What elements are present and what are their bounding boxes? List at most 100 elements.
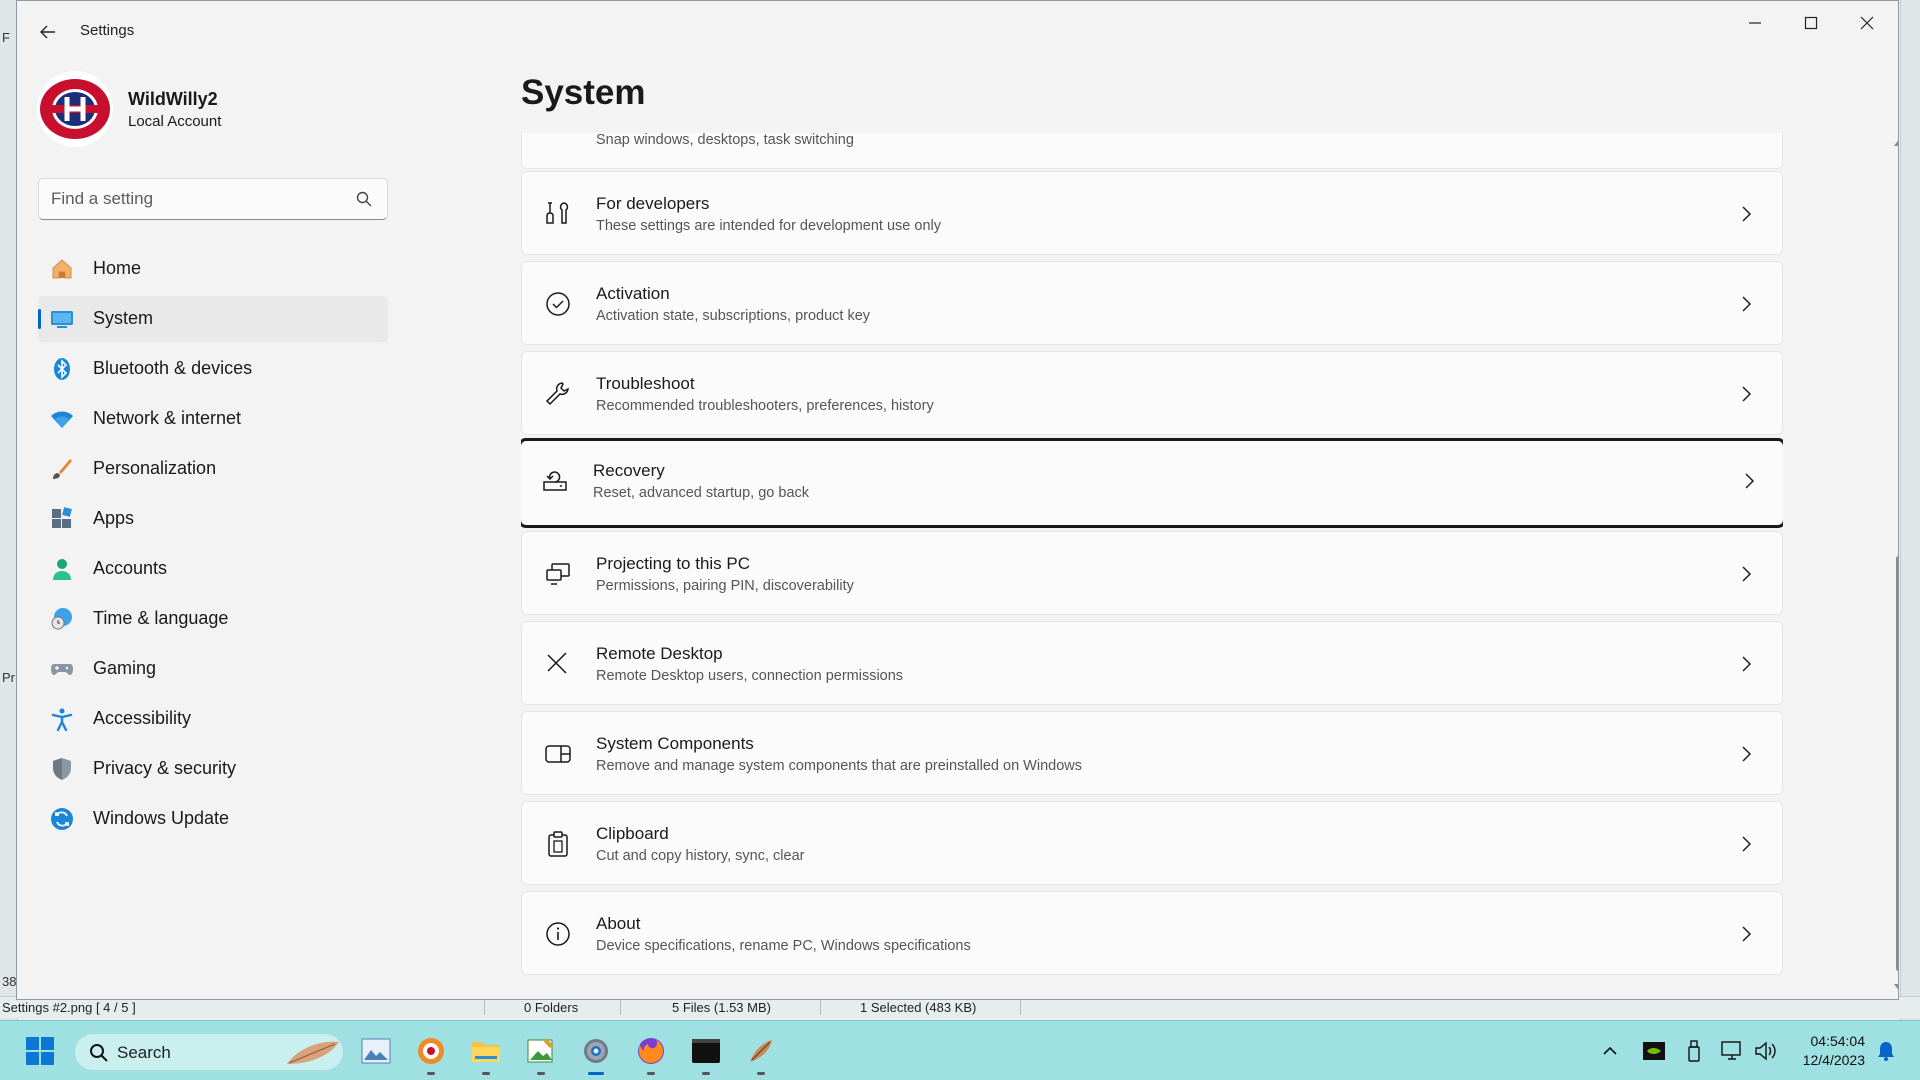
tray-nvidia[interactable] xyxy=(1640,1033,1668,1069)
sidebar-item-label: Gaming xyxy=(93,658,157,678)
card-description: Device specifications, rename PC, Window… xyxy=(596,938,971,954)
search-icon xyxy=(356,191,372,207)
sidebar-item-privacy[interactable]: Privacy & security xyxy=(38,746,388,792)
settings-card-system-components[interactable]: System Components Remove and manage syst… xyxy=(521,711,1783,795)
card-title: Troubleshoot xyxy=(596,374,695,393)
running-indicator xyxy=(757,1072,765,1075)
card-description: Permissions, pairing PIN, discoverabilit… xyxy=(596,578,854,594)
bg-fragment: F xyxy=(2,30,10,45)
sidebar-item-accounts[interactable]: Accounts xyxy=(38,546,388,592)
back-button[interactable] xyxy=(31,15,65,49)
close-icon xyxy=(1860,16,1874,30)
settings-card-troubleshoot[interactable]: Troubleshoot Recommended troubleshooters… xyxy=(521,351,1783,435)
settings-card-remote-desktop[interactable]: Remote Desktop Remote Desktop users, con… xyxy=(521,621,1783,705)
minimize-button[interactable] xyxy=(1732,7,1778,39)
settings-card-clipboard[interactable]: Clipboard Cut and copy history, sync, cl… xyxy=(521,801,1783,885)
sidebar-item-label: System xyxy=(93,308,154,328)
taskbar-clock[interactable]: 04:54:04 12/4/2023 xyxy=(1795,1032,1865,1070)
windows-logo-icon xyxy=(26,1037,54,1065)
chevron-right-icon xyxy=(1745,473,1755,489)
taskbar-search[interactable]: Search xyxy=(74,1033,344,1071)
bell-icon xyxy=(1878,1042,1894,1061)
feather-app-icon xyxy=(750,1040,772,1062)
taskbar-app-feather[interactable] xyxy=(743,1033,779,1075)
sidebar-item-gaming[interactable]: Gaming xyxy=(38,646,388,692)
search-input[interactable] xyxy=(51,187,341,211)
sidebar-item-label: Accessibility xyxy=(93,708,192,728)
settings-card-projecting[interactable]: Projecting to this PC Permissions, pairi… xyxy=(521,531,1783,615)
card-title: Recovery xyxy=(593,461,665,480)
sidebar-item-personalization[interactable]: Personalization xyxy=(38,446,388,492)
card-description: These settings are intended for developm… xyxy=(596,218,941,234)
sidebar-item-windows-update[interactable]: Windows Update xyxy=(38,796,388,842)
close-button[interactable] xyxy=(1844,7,1890,39)
sidebar-item-accessibility[interactable]: Accessibility xyxy=(38,696,388,742)
avatar[interactable] xyxy=(37,71,113,147)
taskbar-app-viewer[interactable] xyxy=(413,1033,449,1075)
status-folders: 0 Folders xyxy=(524,1000,579,1015)
scroll-up-arrow-icon xyxy=(1894,140,1898,146)
search-icon xyxy=(90,1044,108,1062)
chevron-right-icon xyxy=(1742,656,1752,672)
gamepad-icon xyxy=(51,664,73,675)
main-scrollbar[interactable] xyxy=(1893,136,1898,996)
card-title: System Components xyxy=(596,734,754,753)
accessibility-icon xyxy=(51,708,73,731)
maximize-button[interactable] xyxy=(1788,7,1834,39)
sidebar-item-label: Home xyxy=(93,258,142,278)
scroll-thumb[interactable] xyxy=(1896,556,1898,971)
taskbar-app-photo-viewer[interactable] xyxy=(358,1033,394,1069)
sidebar-item-label: Personalization xyxy=(93,458,217,478)
settings-window: Settings WildWilly2 Local Account Find a… xyxy=(16,0,1899,1000)
card-description: Activation state, subscriptions, product… xyxy=(596,308,871,324)
settings-card-activation[interactable]: Activation Activation state, subscriptio… xyxy=(521,261,1783,345)
projecting-icon xyxy=(546,563,570,585)
sidebar-item-label: Network & internet xyxy=(93,408,242,428)
status-separator xyxy=(484,999,485,1015)
tray-usb-drive[interactable] xyxy=(1682,1033,1706,1069)
sidebar-item-network[interactable]: Network & internet xyxy=(38,396,388,442)
tray-volume[interactable] xyxy=(1752,1033,1780,1069)
sidebar-item-apps[interactable]: Apps xyxy=(38,496,388,542)
sidebar-item-home[interactable]: Home xyxy=(38,246,388,292)
system-icon xyxy=(51,311,73,328)
tray-network[interactable] xyxy=(1718,1033,1746,1069)
show-hidden-icons-button[interactable] xyxy=(1598,1033,1622,1069)
status-separator xyxy=(1020,999,1021,1015)
taskbar-app-file-explorer[interactable] xyxy=(468,1033,504,1075)
sidebar-item-bluetooth[interactable]: Bluetooth & devices xyxy=(38,346,388,392)
taskbar-app-settings[interactable] xyxy=(578,1033,614,1075)
notifications-button[interactable] xyxy=(1872,1033,1900,1069)
settings-card-recovery[interactable]: Recovery Reset, advanced startup, go bac… xyxy=(521,438,1783,528)
taskbar-app-terminal[interactable] xyxy=(688,1033,724,1075)
card-title: Remote Desktop xyxy=(596,644,723,663)
sidebar-item-time-language[interactable]: Time & language xyxy=(38,596,388,642)
bg-fragment: Pr xyxy=(2,670,15,685)
taskbar-app-image-editor[interactable] xyxy=(523,1033,559,1075)
taskbar-search-label: Search xyxy=(117,1043,171,1062)
sidebar-item-system[interactable]: System xyxy=(38,296,388,342)
taskbar-app-firefox[interactable] xyxy=(633,1033,669,1075)
sidebar-item-label: Time & language xyxy=(93,608,229,628)
wrench-icon xyxy=(545,382,569,406)
settings-card-multitasking[interactable]: Snap windows, desktops, task switching xyxy=(521,133,1783,169)
card-description: Remove and manage system components that… xyxy=(596,758,1083,774)
chevron-right-icon xyxy=(1742,296,1752,312)
chevron-right-icon xyxy=(1742,836,1752,852)
bluetooth-icon xyxy=(54,358,70,380)
running-indicator xyxy=(427,1072,435,1075)
settings-card-about[interactable]: About Device specifications, rename PC, … xyxy=(521,891,1783,975)
wifi-icon xyxy=(51,411,73,428)
start-button[interactable] xyxy=(22,1033,58,1069)
network-icon xyxy=(1721,1041,1741,1060)
settings-card-for-developers[interactable]: For developers These settings are intend… xyxy=(521,171,1783,255)
settings-search[interactable] xyxy=(38,178,388,220)
search-highlight-feather-icon xyxy=(287,1041,339,1064)
chevron-right-icon xyxy=(1742,566,1752,582)
card-title: Activation xyxy=(596,284,670,303)
sidebar-item-label: Apps xyxy=(93,508,135,528)
running-indicator xyxy=(482,1072,490,1075)
page-title: System xyxy=(521,73,646,112)
background-right-strip xyxy=(1900,0,1920,1024)
nvidia-icon xyxy=(1643,1042,1665,1060)
